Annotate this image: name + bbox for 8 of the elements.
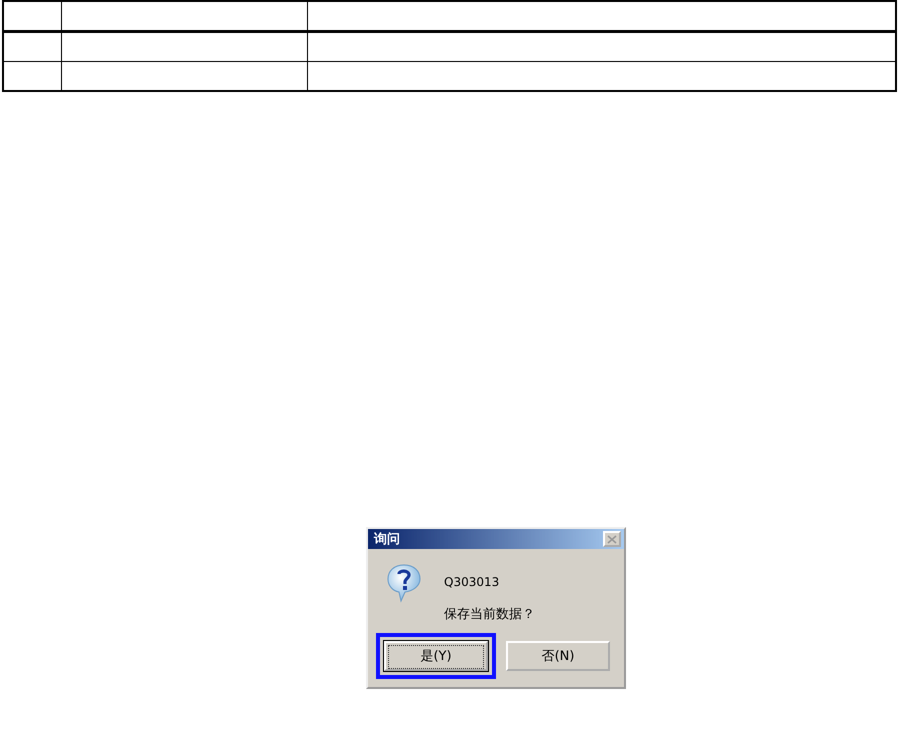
question-icon <box>386 563 422 603</box>
close-button[interactable] <box>603 531 621 547</box>
message-code: Q303013 <box>444 575 500 589</box>
window-title: 询问 <box>374 531 400 548</box>
no-button[interactable]: 否(N) <box>506 641 610 671</box>
message-text: 保存当前数据？ <box>444 606 535 623</box>
close-icon <box>607 534 617 544</box>
yes-button[interactable]: 是(Y) <box>384 641 488 671</box>
